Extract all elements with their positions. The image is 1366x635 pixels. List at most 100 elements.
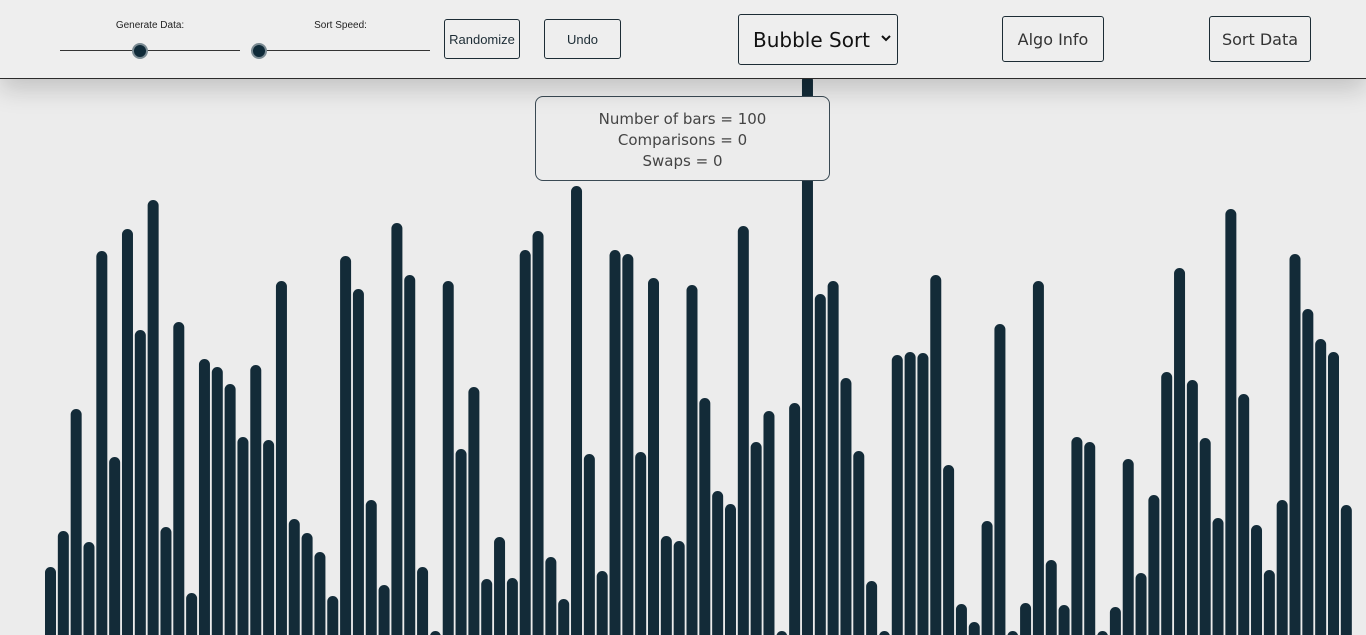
bar [814,294,826,635]
bar [57,531,69,635]
bar [1238,394,1250,635]
bar [301,533,313,635]
bar [840,378,852,635]
bar [378,585,390,635]
algo-info-button[interactable]: Algo Info [1002,16,1104,62]
comparisons-text: Comparisons = 0 [617,131,748,149]
bar [1058,605,1070,635]
bar [1225,209,1237,635]
bar [455,449,467,635]
bar [340,256,352,635]
sort-data-button[interactable]: Sort Data [1209,16,1311,62]
bar [70,409,82,635]
bar [660,536,672,635]
swaps-text: Swaps = 0 [642,152,723,170]
bar [891,355,903,635]
bar [173,322,185,635]
bar [186,593,198,635]
bar [750,442,762,635]
bar [96,251,108,635]
bar [109,457,121,635]
bar [776,631,788,635]
bar [904,352,916,635]
stats-panel: Number of bars = 100 Comparisons = 0 Swa… [535,96,830,181]
sort-speed-slider[interactable]: Sort Speed: [251,18,430,62]
bar [417,567,429,635]
bar [1020,603,1032,635]
bar [83,542,95,635]
bar [994,324,1006,635]
bar [1109,607,1121,635]
bar [1135,573,1147,635]
bar [365,500,377,635]
bar [263,440,275,635]
bar [571,186,583,635]
bar [981,521,993,635]
bar [134,330,146,635]
bar [930,275,942,635]
bar [1289,254,1301,635]
bar [737,226,749,635]
bar [943,465,955,635]
bar [1315,339,1327,635]
bar [198,359,210,635]
bar [1161,372,1173,635]
bar [1045,560,1057,635]
bar [519,250,531,635]
bar [712,491,724,635]
bar [442,281,454,635]
bar [1212,518,1224,635]
bar [1007,631,1019,635]
bar [1071,437,1083,635]
bar [827,281,839,635]
bar [1302,309,1314,635]
bar [237,437,249,635]
randomize-button[interactable]: Randomize [444,19,520,59]
generate-data-label: Generate Data: [115,20,185,31]
bar [673,541,685,635]
generate-data-thumb[interactable] [132,43,149,59]
bar [506,578,518,635]
bar [468,387,480,635]
bar [121,229,133,635]
bar [789,403,801,635]
bar [147,200,159,635]
sort-speed-thumb[interactable] [251,43,267,59]
algorithm-select[interactable]: Bubble Sort [738,14,898,65]
bar [635,452,647,635]
algorithm-select-value: Bubble Sort [753,27,871,52]
bar [404,275,416,635]
bar [1032,281,1044,635]
bar [968,622,980,635]
bar [686,285,698,635]
bar [1199,438,1211,635]
bar [955,604,967,635]
bar [763,411,775,635]
bar [352,289,364,635]
bar [622,254,634,635]
bar [853,451,865,635]
generate-data-slider[interactable]: Generate Data: [60,18,240,62]
bar [596,571,608,635]
generate-data-track[interactable] [60,50,240,51]
toolbar: Generate Data: Sort Speed: Randomize Und… [0,0,1366,79]
sort-speed-label: Sort Speed: [314,20,367,31]
bar [917,353,929,635]
bar [558,599,570,635]
bar [1251,525,1263,635]
bar [866,581,878,635]
bar [45,567,56,635]
bar [1328,352,1339,635]
bar [1148,495,1160,635]
sort-speed-track[interactable] [251,50,430,51]
bar [481,579,493,635]
bar [1276,500,1288,635]
bar [327,596,339,635]
bar [1097,631,1108,635]
chevron-down-icon [881,35,891,42]
bar [275,281,287,635]
bar [430,631,441,635]
bar [391,223,403,635]
undo-button[interactable]: Undo [544,19,621,59]
bar [648,278,660,635]
